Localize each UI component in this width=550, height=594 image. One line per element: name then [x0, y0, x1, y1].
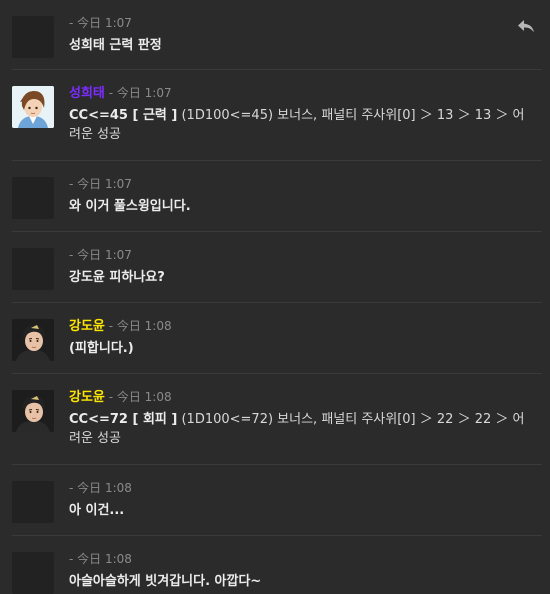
message-text: 아슬아슬하게 빗겨갑니다. 아깝다~	[69, 574, 262, 589]
message-header: 강도윤 - 今日 1:08	[69, 390, 172, 405]
chat-message: 강도윤 - 今日 1:08 CC<=72 [ 회피 ] (1D100<=72) …	[0, 374, 550, 465]
reply-arrow-icon[interactable]	[516, 16, 536, 36]
message-header: - 今日 1:07	[69, 177, 132, 191]
chat-message: 강도윤 - 今日 1:08 (피합니다.)	[0, 303, 550, 374]
avatar	[12, 248, 54, 290]
message-header: 강도윤 - 今日 1:08	[69, 319, 172, 334]
chat-log: - 今日 1:07 성희태 근력 판정 성희태 - 今日 1:07 CC<=45…	[0, 0, 550, 594]
timestamp: - 今日 1:07	[69, 177, 132, 191]
avatar	[12, 16, 54, 58]
message-text: 성희태 근력 판정	[69, 38, 162, 53]
message-text: 강도윤 피하나요?	[69, 270, 165, 285]
avatar	[12, 177, 54, 219]
dark-hair-character-avatar	[12, 390, 54, 432]
timestamp: - 今日 1:07	[104, 86, 172, 100]
author-name: 강도윤	[69, 319, 105, 334]
chat-message: 성희태 - 今日 1:07 CC<=45 [ 근력 ] (1D100<=45) …	[0, 70, 550, 161]
timestamp: - 今日 1:08	[104, 319, 172, 333]
message-header: - 今日 1:08	[69, 481, 132, 495]
timestamp: - 今日 1:07	[69, 16, 132, 30]
avatar	[12, 481, 54, 523]
chat-message: - 今日 1:07 와 이거 풀스윙입니다.	[0, 161, 550, 232]
message-text: 와 이거 풀스윙입니다.	[69, 199, 191, 214]
avatar	[12, 319, 54, 361]
dark-hair-character-avatar	[12, 319, 54, 361]
message-header: - 今日 1:07	[69, 248, 132, 262]
author-name: 성희태	[69, 86, 105, 101]
dice-roll-result: CC<=45 [ 근력 ] (1D100<=45) 보너스, 패널티 주사위[0…	[69, 106, 536, 144]
timestamp: - 今日 1:08	[69, 552, 132, 566]
dice-roll-result: CC<=72 [ 회피 ] (1D100<=72) 보너스, 패널티 주사위[0…	[69, 410, 536, 448]
avatar	[12, 390, 54, 432]
chat-message: - 今日 1:08 아슬아슬하게 빗겨갑니다. 아깝다~	[0, 536, 550, 594]
message-text: 아 이건...	[69, 503, 125, 518]
message-header: - 今日 1:07	[69, 16, 132, 30]
brown-hair-character-avatar	[12, 86, 54, 128]
roll-command: CC<=45 [ 근력 ]	[69, 108, 178, 123]
message-header: 성희태 - 今日 1:07	[69, 86, 172, 101]
chat-message: - 今日 1:07 강도윤 피하나요?	[0, 232, 550, 303]
roll-command: CC<=72 [ 회피 ]	[69, 412, 178, 427]
timestamp: - 今日 1:07	[69, 248, 132, 262]
timestamp: - 今日 1:08	[104, 390, 172, 404]
avatar	[12, 552, 54, 594]
avatar	[12, 86, 54, 128]
chat-message: - 今日 1:07 성희태 근력 판정	[0, 0, 550, 70]
message-text: (피합니다.)	[69, 341, 134, 356]
message-header: - 今日 1:08	[69, 552, 132, 566]
chat-message: - 今日 1:08 아 이건...	[0, 465, 550, 536]
author-name: 강도윤	[69, 390, 105, 405]
timestamp: - 今日 1:08	[69, 481, 132, 495]
